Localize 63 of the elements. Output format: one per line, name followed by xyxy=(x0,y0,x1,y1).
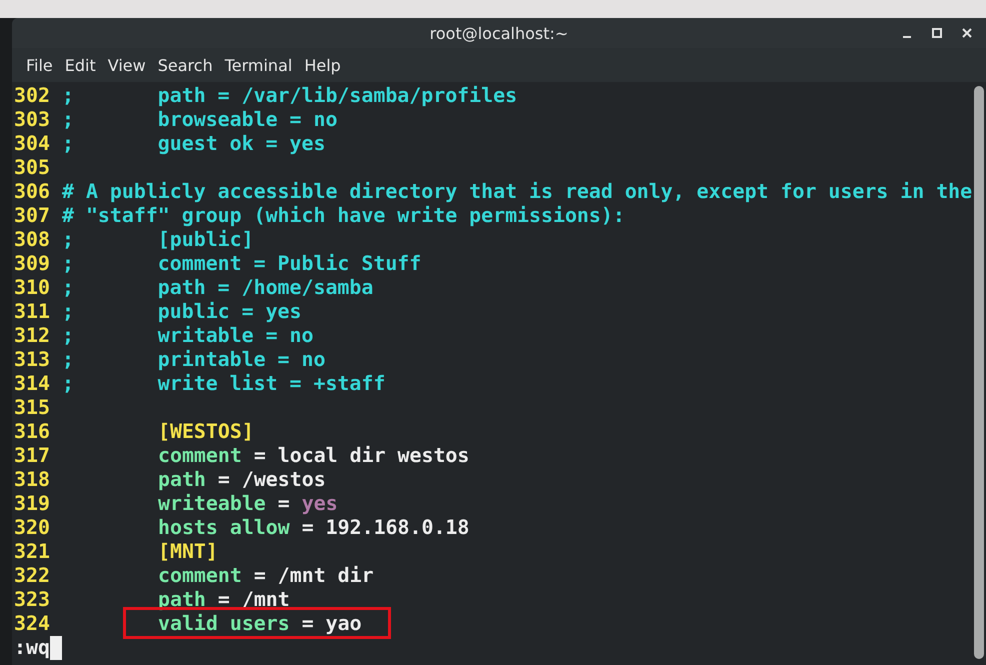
scrollbar[interactable] xyxy=(974,86,984,659)
line-number: 303 xyxy=(14,108,51,132)
config-key: path xyxy=(158,468,206,492)
config-key: comment xyxy=(158,444,242,468)
line-number: 320 xyxy=(14,516,51,540)
line-number: 316 xyxy=(14,420,51,444)
line-number: 323 xyxy=(14,588,51,612)
comment-text: ; browseable = no xyxy=(62,108,338,132)
line-number: 314 xyxy=(14,372,51,396)
line-number: 324 xyxy=(14,612,51,636)
command-line: :wq xyxy=(14,636,50,660)
comment-text: ; [public] xyxy=(62,228,254,252)
config-key: writeable xyxy=(158,492,266,516)
comment-text: ; public = yes xyxy=(62,300,302,324)
line-number: 318 xyxy=(14,468,51,492)
menu-item[interactable]: Search xyxy=(152,56,219,74)
comment-text: ; guest ok = yes xyxy=(62,132,326,156)
config-value: = 192.168.0.18 xyxy=(302,516,470,540)
line-number: 319 xyxy=(14,492,51,516)
line-number: 302 xyxy=(14,84,51,108)
menu-item[interactable]: Edit xyxy=(58,56,102,74)
line-number: 306 xyxy=(14,180,51,204)
line-number: 305 xyxy=(14,156,51,180)
config-key: hosts allow xyxy=(158,516,290,540)
comment-text: ; path = /var/lib/samba/profiles xyxy=(62,84,518,108)
comment-text: ; writable = no xyxy=(62,324,314,348)
close-icon[interactable] xyxy=(960,26,974,40)
menu-item[interactable]: Terminal xyxy=(218,56,298,74)
line-number: 321 xyxy=(14,540,51,564)
config-value: = local dir westos xyxy=(254,444,470,468)
line-number: 317 xyxy=(14,444,51,468)
comment-text: ; write list = +staff xyxy=(62,372,386,396)
line-number: 304 xyxy=(14,132,51,156)
config-key: comment xyxy=(158,564,242,588)
config-value: = xyxy=(278,492,290,516)
line-number: 311 xyxy=(14,300,51,324)
config-value: = /mnt dir xyxy=(254,564,374,588)
config-key: path xyxy=(158,588,206,612)
line-number: 313 xyxy=(14,348,51,372)
menu-item[interactable]: View xyxy=(102,56,152,74)
comment-text: ; path = /home/samba xyxy=(62,276,374,300)
line-number: 309 xyxy=(14,252,51,276)
section-header: [MNT] xyxy=(158,540,218,564)
window-title: root@localhost:~ xyxy=(430,24,568,42)
menu-item[interactable]: Help xyxy=(298,56,347,74)
comment-text: ; printable = no xyxy=(62,348,326,372)
comment-text: # A publicly accessible directory that is read only, except for users in the xyxy=(62,180,972,204)
config-value: yes xyxy=(302,492,338,516)
line-number: 307 xyxy=(14,204,51,228)
line-number: 315 xyxy=(14,396,51,420)
line-number: 312 xyxy=(14,324,51,348)
line-number: 322 xyxy=(14,564,51,588)
config-value: = /mnt xyxy=(218,588,290,612)
section-header: [WESTOS] xyxy=(158,420,254,444)
line-number: 308 xyxy=(14,228,51,252)
config-key: valid users xyxy=(158,610,290,636)
menu-item[interactable]: File xyxy=(20,56,59,74)
maximize-icon[interactable] xyxy=(930,26,944,40)
comment-text: ; comment = Public Stuff xyxy=(62,252,422,276)
config-value: = yao xyxy=(302,611,362,636)
comment-text: # "staff" group (which have write permissions): xyxy=(62,204,625,228)
line-number: 310 xyxy=(14,276,51,300)
config-value: = /westos xyxy=(218,468,326,492)
